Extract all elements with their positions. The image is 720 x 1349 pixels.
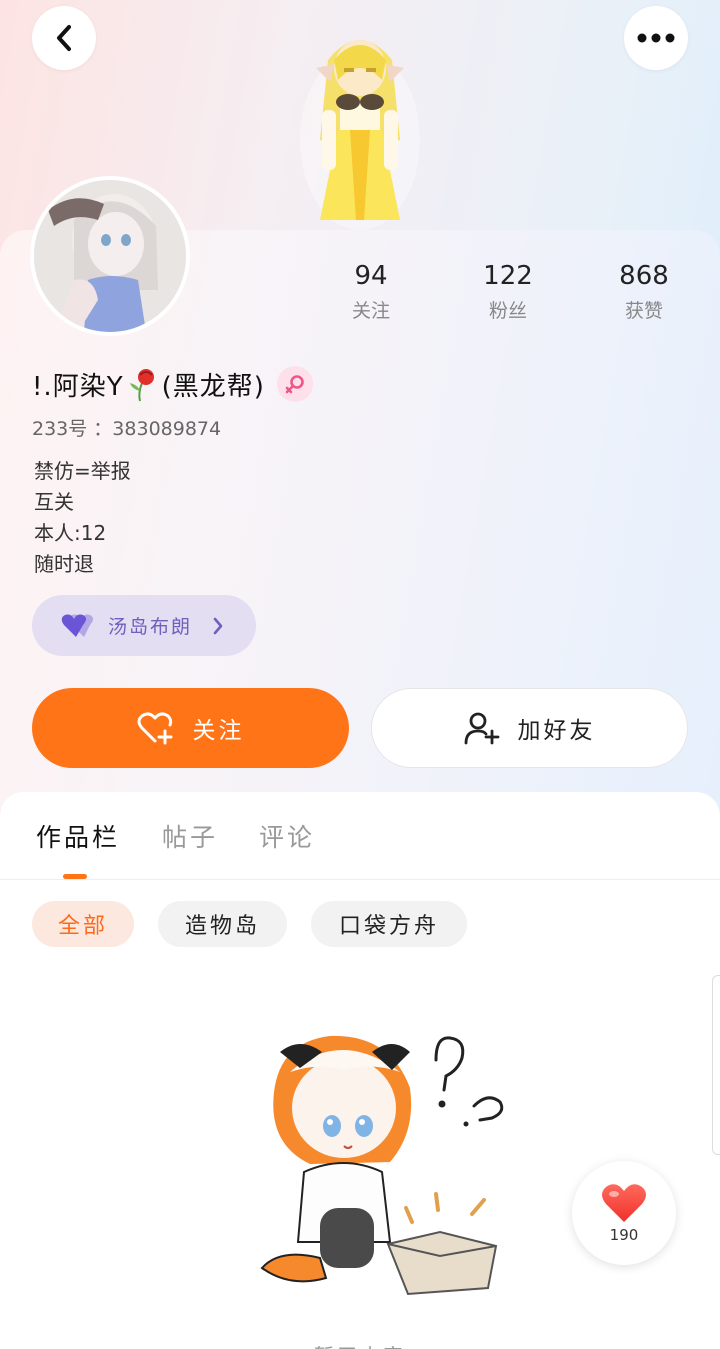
- chevron-right-icon: [212, 616, 224, 636]
- stat-likes-value: 868: [619, 261, 669, 291]
- heart-plus-icon: [137, 711, 175, 745]
- stat-following-label: 关注: [351, 300, 390, 322]
- avatar-image: [34, 180, 186, 332]
- heart-icon: [602, 1184, 646, 1222]
- female-icon: [276, 366, 313, 402]
- stat-likes[interactable]: 868 获赞: [584, 258, 704, 323]
- tab-indicator: [63, 874, 87, 879]
- bio-line: 禁仿=举报: [34, 459, 131, 483]
- tab-comments[interactable]: 评论: [259, 818, 315, 854]
- user-name-prefix: !.阿染Y: [32, 371, 124, 402]
- stat-fans-value: 122: [483, 261, 533, 291]
- chevron-left-icon: [57, 25, 71, 51]
- avatar-character-figure: [300, 40, 420, 230]
- filter-all[interactable]: 全部: [32, 901, 134, 947]
- filter-pocket-ark[interactable]: 口袋方舟: [311, 901, 467, 947]
- stat-following[interactable]: 94 关注: [311, 258, 431, 323]
- stat-fans-label: 粉丝: [488, 300, 527, 322]
- user-id: 233号 ：383089874: [32, 418, 222, 440]
- bio-line: 本人:12: [34, 521, 107, 545]
- stat-following-value: 94: [354, 261, 388, 291]
- tab-posts[interactable]: 帖子: [162, 818, 218, 854]
- side-drawer-handle[interactable]: [712, 975, 720, 1155]
- tab-bar: 作品栏 帖子 评论: [0, 792, 720, 880]
- bio-line: 互关: [34, 490, 74, 514]
- follow-button[interactable]: 关注: [32, 688, 349, 768]
- add-user-icon: [464, 711, 500, 745]
- content-panel: 作品栏 帖子 评论 全部 造物岛 口袋方舟 暂无内容: [0, 792, 720, 1349]
- rose-icon: [129, 369, 154, 402]
- more-dots-icon: [637, 33, 675, 43]
- stat-fans[interactable]: 122 粉丝: [448, 258, 568, 323]
- like-button[interactable]: 190: [572, 1161, 676, 1265]
- empty-state-text: 暂无内容: [0, 1340, 720, 1349]
- user-name-suffix: (黑龙帮): [161, 371, 265, 402]
- stat-likes-label: 获赞: [624, 300, 663, 322]
- double-heart-icon: [61, 614, 93, 637]
- filter-creation-island[interactable]: 造物岛: [158, 901, 287, 947]
- user-name: !.阿染Y (黑龙帮): [32, 362, 313, 406]
- club-badge[interactable]: 汤岛布朗: [32, 595, 256, 656]
- more-options-button[interactable]: [624, 6, 688, 70]
- user-bio: 禁仿=举报 互关 本人:12 随时退: [34, 456, 131, 580]
- bio-line: 随时退: [34, 552, 94, 576]
- add-friend-button[interactable]: 加好友: [371, 688, 688, 768]
- club-label: 汤岛布朗: [108, 616, 193, 638]
- add-friend-label: 加好友: [517, 718, 596, 744]
- tab-works[interactable]: 作品栏: [36, 818, 120, 854]
- avatar[interactable]: [30, 176, 190, 336]
- like-count: 190: [609, 1226, 639, 1244]
- back-button[interactable]: [32, 6, 96, 70]
- follow-button-label: 关注: [192, 718, 245, 744]
- empty-state-illustration: [260, 1035, 504, 1296]
